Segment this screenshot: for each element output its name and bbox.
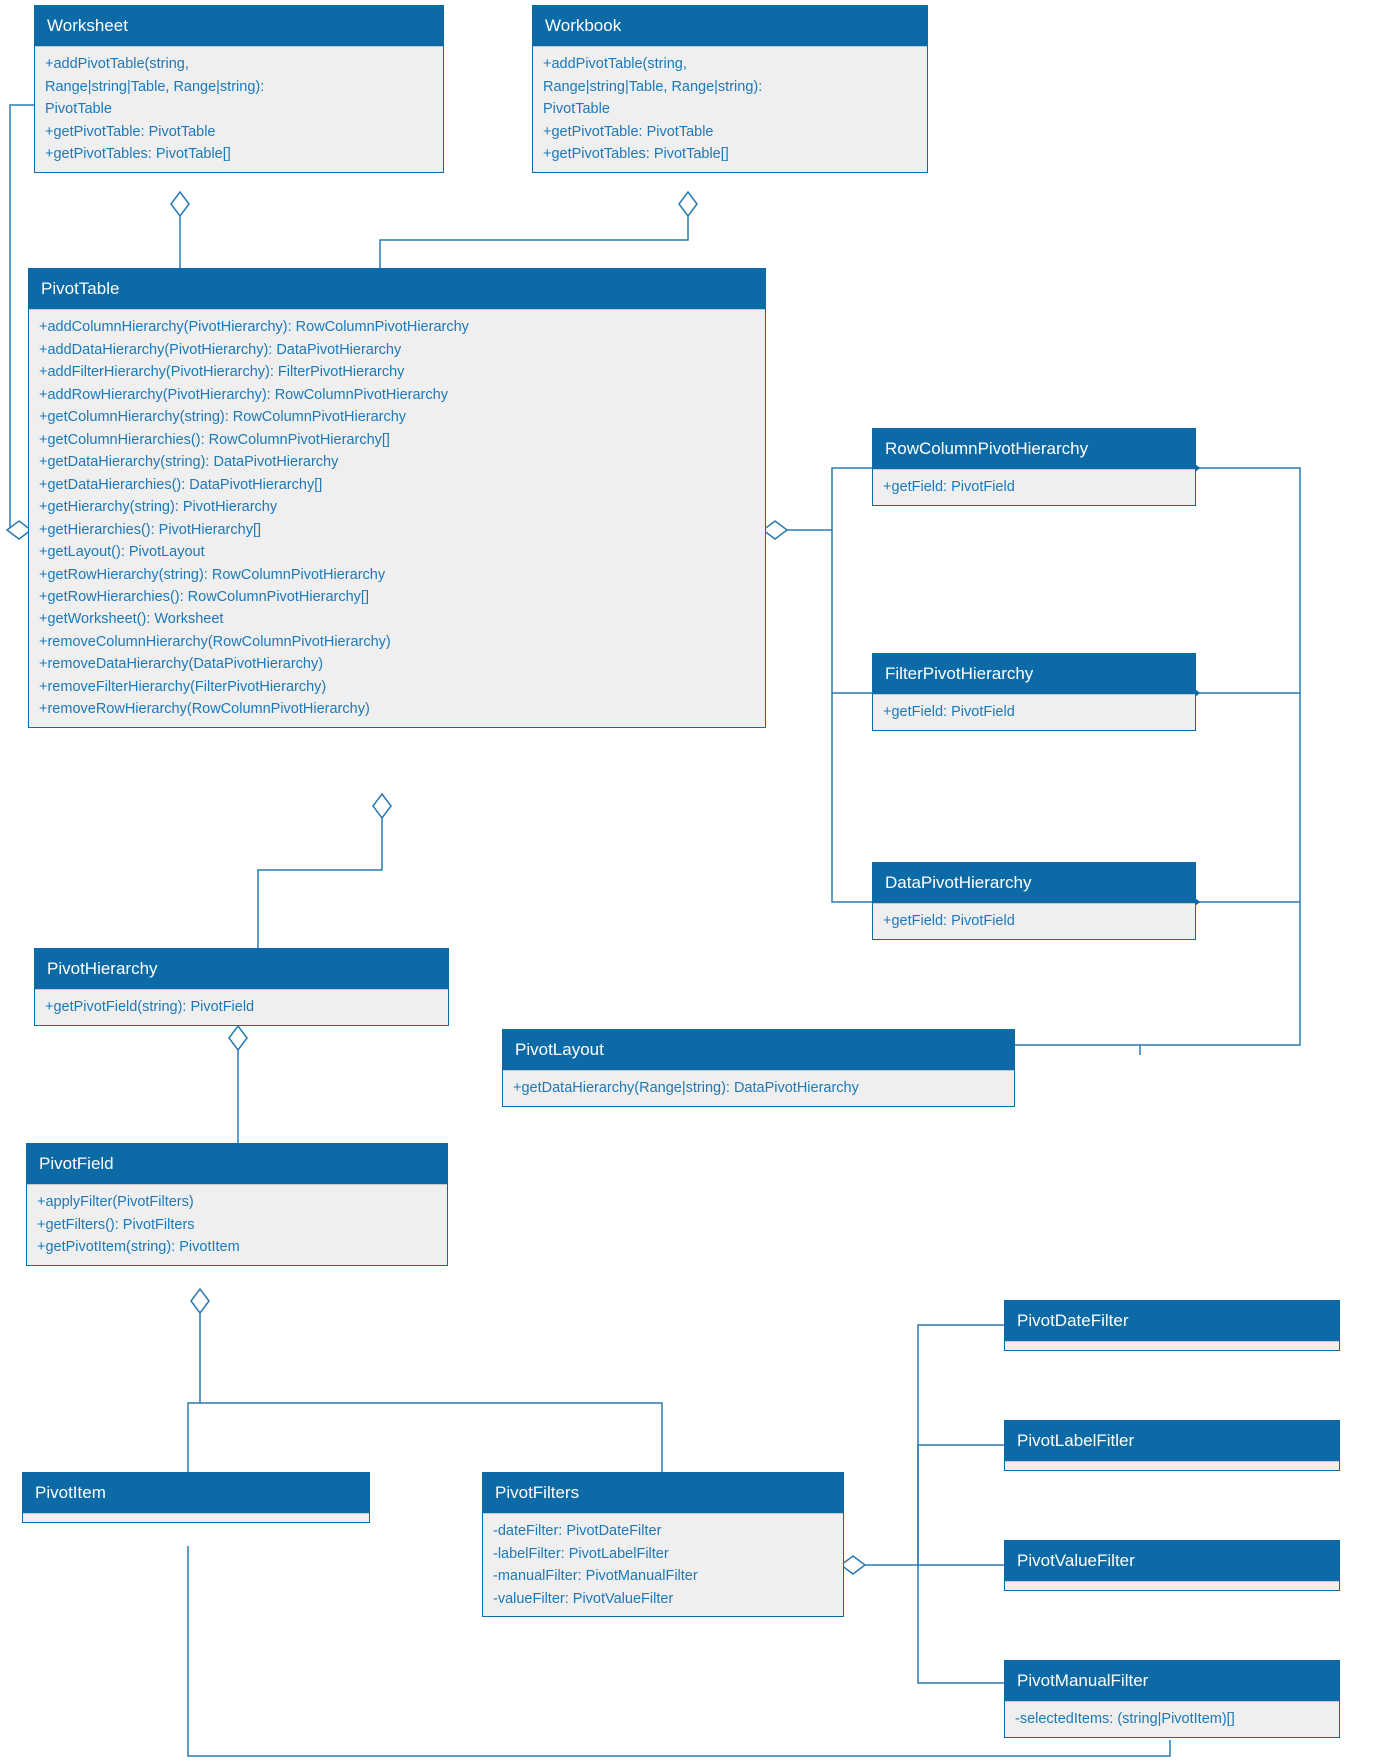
class-pivotdatefilter: PivotDateFilter [1004,1300,1340,1351]
class-title: DataPivotHierarchy [873,863,1195,903]
class-title: RowColumnPivotHierarchy [873,429,1195,469]
class-body: +applyFilter(PivotFilters) +getFilters()… [27,1184,447,1264]
class-pivothierarchy: PivotHierarchy +getPivotField(string): P… [34,948,449,1026]
class-title: PivotHierarchy [35,949,448,989]
class-pivotvaluefilter: PivotValueFilter [1004,1540,1340,1591]
class-title: PivotManualFilter [1005,1661,1339,1701]
class-body: +getField: PivotField [873,903,1195,938]
class-body [1005,1581,1339,1590]
class-title: PivotValueFilter [1005,1541,1339,1581]
class-worksheet: Worksheet +addPivotTable(string, Range|s… [34,5,444,173]
class-pivotitem: PivotItem [22,1472,370,1523]
class-title: PivotTable [29,269,765,309]
class-pivottable: PivotTable +addColumnHierarchy(PivotHier… [28,268,766,728]
class-body [1005,1461,1339,1470]
class-filterpivothierarchy: FilterPivotHierarchy +getField: PivotFie… [872,653,1196,731]
class-title: PivotItem [23,1473,369,1513]
class-workbook: Workbook +addPivotTable(string, Range|st… [532,5,928,173]
class-title: PivotLayout [503,1030,1014,1070]
class-pivotfilters: PivotFilters -dateFilter: PivotDateFilte… [482,1472,844,1617]
class-title: PivotFilters [483,1473,843,1513]
class-pivotlabelfilter: PivotLabelFitler [1004,1420,1340,1471]
class-title: Workbook [533,6,927,46]
class-body [1005,1341,1339,1350]
class-title: Worksheet [35,6,443,46]
class-title: PivotDateFilter [1005,1301,1339,1341]
class-pivotmanualfilter: PivotManualFilter -selectedItems: (strin… [1004,1660,1340,1738]
class-title: FilterPivotHierarchy [873,654,1195,694]
class-body: +getPivotField(string): PivotField [35,989,448,1024]
class-pivotlayout: PivotLayout +getDataHierarchy(Range|stri… [502,1029,1015,1107]
class-body: +addColumnHierarchy(PivotHierarchy): Row… [29,309,765,726]
class-title: PivotLabelFitler [1005,1421,1339,1461]
class-body [23,1513,369,1522]
class-title: PivotField [27,1144,447,1184]
class-pivotfield: PivotField +applyFilter(PivotFilters) +g… [26,1143,448,1266]
class-body: +getField: PivotField [873,694,1195,729]
class-body: +addPivotTable(string, Range|string|Tabl… [35,46,443,171]
class-body: -dateFilter: PivotDateFilter -labelFilte… [483,1513,843,1616]
class-body: +getDataHierarchy(Range|string): DataPiv… [503,1070,1014,1105]
class-rowcolumnpivothierarchy: RowColumnPivotHierarchy +getField: Pivot… [872,428,1196,506]
class-body: +getField: PivotField [873,469,1195,504]
class-body: -selectedItems: (string|PivotItem)[] [1005,1701,1339,1736]
class-datapivothierarchy: DataPivotHierarchy +getField: PivotField [872,862,1196,940]
class-body: +addPivotTable(string, Range|string|Tabl… [533,46,927,171]
